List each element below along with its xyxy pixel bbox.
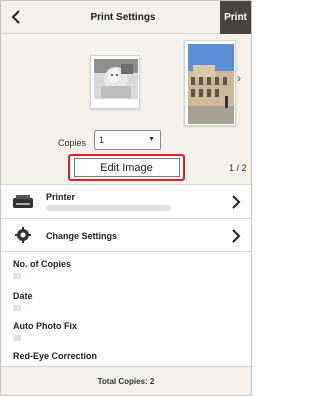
setting-label-date: Date <box>13 291 33 301</box>
print-settings-screen: Print Settings Print › Copies 1 ▼ Edit I… <box>0 0 252 396</box>
settings-summary-list: No. of Copies Date Auto Photo Fix Red-Ey… <box>1 253 251 365</box>
baby-photo-image <box>94 59 138 99</box>
change-settings-row[interactable]: Change Settings <box>1 218 251 252</box>
setting-value-date <box>13 305 21 311</box>
edit-image-button[interactable]: Edit Image <box>73 158 180 177</box>
printer-icon <box>13 195 33 208</box>
preview-area: › Copies 1 ▼ Edit Image 1 / 2 <box>1 34 251 184</box>
header-bar: Print Settings Print <box>1 1 251 34</box>
edit-image-highlight: Edit Image <box>68 154 185 181</box>
copies-value: 1 <box>99 135 105 145</box>
setting-value-auto-photo-fix <box>13 335 21 341</box>
page-indicator: 1 / 2 <box>229 163 247 173</box>
printer-title: Printer <box>46 192 76 202</box>
setting-value-copies <box>13 273 21 279</box>
copies-label: Copies <box>58 138 87 148</box>
building-photo-image <box>188 44 234 124</box>
photo-thumbnail-current[interactable] <box>90 55 140 109</box>
printer-name-blurred <box>46 205 171 211</box>
setting-label-red-eye: Red-Eye Correction <box>13 351 98 361</box>
printer-row[interactable]: Printer <box>1 184 251 218</box>
copies-dropdown[interactable]: 1 ▼ <box>94 130 161 150</box>
chevron-right-icon <box>232 229 241 243</box>
gear-icon <box>15 227 31 243</box>
page-title: Print Settings <box>90 12 156 23</box>
chevron-right-icon[interactable]: › <box>237 71 241 85</box>
setting-label-auto-photo-fix: Auto Photo Fix <box>13 321 77 331</box>
print-button[interactable]: Print <box>220 1 251 34</box>
change-settings-title: Change Settings <box>46 231 118 241</box>
chevron-down-icon: ▼ <box>148 136 155 143</box>
chevron-right-icon <box>232 195 241 209</box>
photo-thumbnail-next[interactable] <box>184 40 236 126</box>
total-copies-footer: Total Copies: 2 <box>1 366 251 395</box>
setting-label-copies: No. of Copies <box>13 259 71 269</box>
